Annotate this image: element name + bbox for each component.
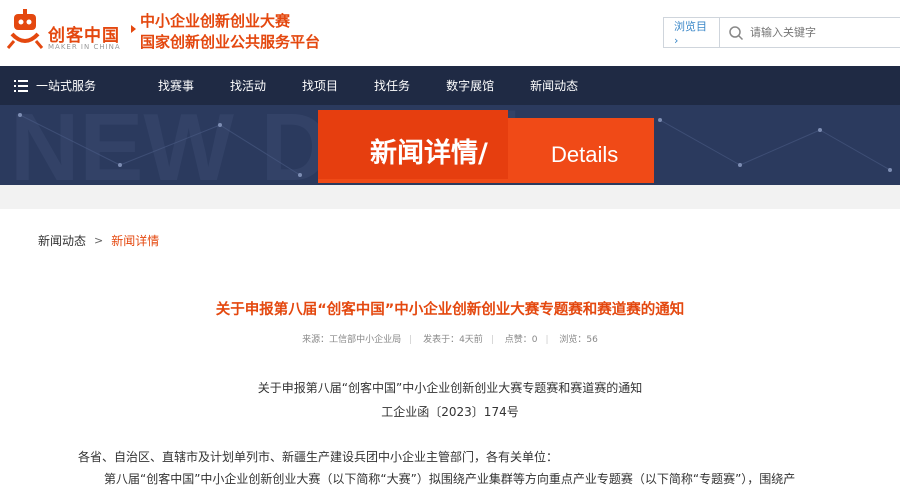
breadcrumb: 新闻动态 > 新闻详情: [38, 232, 159, 249]
nav-items: 找赛事 找活动 找项目 找任务 数字展馆 新闻动态: [158, 77, 614, 94]
article-meta: 来源：工信部中小企业局 | 发表于：4天前 | 点赞：0 | 浏览：56: [302, 335, 598, 345]
menu-label: 一站式服务: [36, 79, 97, 93]
enter-button[interactable]: 浏览目 ›: [664, 18, 720, 47]
breadcrumb-news[interactable]: 新闻动态: [38, 232, 86, 249]
breadcrumb-separator: >: [94, 234, 104, 247]
nav-item-projects[interactable]: 找项目: [302, 77, 338, 94]
menu-icon: [14, 79, 28, 92]
article-paragraph-1: 各省、自治区、直辖市及计划单列市、新疆生产建设兵团中小企业主管部门，各有关单位：: [78, 450, 559, 464]
document-title: 关于申报第八届“创客中国”中小企业创新创业大赛专题赛和赛道赛的通知: [257, 381, 643, 395]
logo-subtext: MAKER IN CHINA: [48, 43, 121, 51]
site-header: 创客中国 MAKER IN CHINA 中小企业创新创业大赛 国家创新创业公共服…: [0, 0, 900, 66]
article-paragraph-2: 第八届“创客中国”中小企业创新创业大赛（以下简称“大赛”）拟围绕产业集群等方向重…: [104, 472, 796, 486]
nav-item-events[interactable]: 找赛事: [158, 77, 194, 94]
meta-likes: 点赞：0: [504, 335, 538, 345]
search-input[interactable]: [750, 26, 900, 39]
breadcrumb-current: 新闻详情: [111, 234, 160, 248]
one-stop-service-menu[interactable]: 一站式服务: [0, 77, 150, 94]
slogan-line2: 国家创新创业公共服务平台: [140, 33, 321, 51]
document-number: 工企业函〔2023〕174号: [381, 405, 519, 419]
banner-subtitle: Details: [551, 142, 619, 167]
nav-item-activities[interactable]: 找活动: [230, 77, 266, 94]
meta-source: 来源：工信部中小企业局: [302, 335, 402, 345]
banner-title: 新闻详情/: [370, 138, 488, 169]
search-box: [720, 25, 900, 41]
header-tools: 浏览目 ›: [663, 17, 900, 48]
nav-item-tasks[interactable]: 找任务: [374, 77, 410, 94]
meta-views: 浏览：56: [559, 335, 598, 345]
logo-mascot-icon: [6, 9, 44, 49]
site-logo[interactable]: 创客中国 MAKER IN CHINA: [4, 8, 136, 56]
logo-arrow-icon: [131, 25, 136, 33]
nav-item-news[interactable]: 新闻动态: [530, 77, 578, 94]
slogan-line1: 中小企业创新创业大赛: [140, 12, 291, 30]
meta-published: 发表于：4天前: [423, 335, 483, 345]
article-title: 关于申报第八届“创客中国”中小企业创新创业大赛专题赛和赛道赛的通知: [215, 302, 685, 318]
nav-item-digital-hall[interactable]: 数字展馆: [446, 77, 494, 94]
main-nav: 一站式服务 找赛事 找活动 找项目 找任务 数字展馆 新闻动态: [0, 66, 900, 105]
banner-divider: [0, 185, 900, 209]
search-icon[interactable]: [728, 25, 744, 41]
